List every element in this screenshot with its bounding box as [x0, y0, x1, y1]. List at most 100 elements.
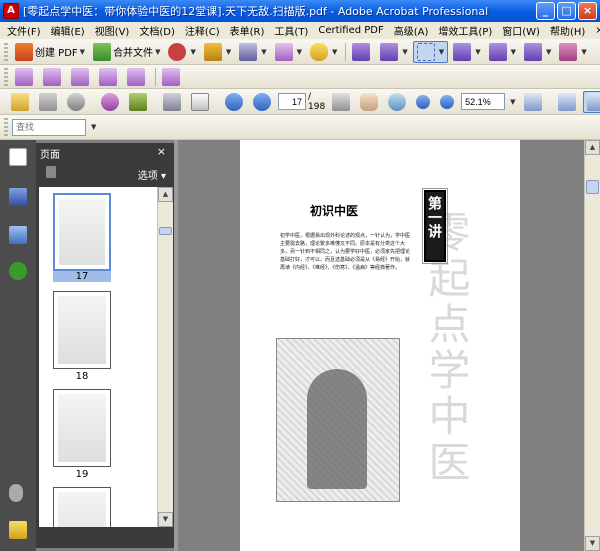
- hand-icon: [360, 92, 379, 111]
- find-dropdown-button[interactable]: ▼: [86, 116, 99, 138]
- open-button[interactable]: [8, 91, 34, 113]
- scroll-up-icon[interactable]: ▲: [158, 187, 173, 202]
- scrollbar-thumb[interactable]: [586, 180, 599, 194]
- single-page-button[interactable]: [555, 91, 581, 113]
- scroll-up-icon[interactable]: ▲: [585, 140, 600, 155]
- attach-button[interactable]: [126, 91, 152, 113]
- zoom-tool-button[interactable]: [385, 91, 411, 113]
- tool-5-button[interactable]: [124, 66, 150, 88]
- combine-files-button[interactable]: 合并文件 ▼: [90, 41, 163, 63]
- stamp-tool-button[interactable]: ▼: [521, 41, 554, 63]
- fit-width-button[interactable]: [521, 91, 547, 113]
- drawing-arrow-icon: [453, 42, 472, 61]
- signatures-icon[interactable]: [9, 226, 27, 244]
- tool-2-button[interactable]: [40, 66, 66, 88]
- arrow-left-icon: [225, 92, 243, 111]
- security-settings-button[interactable]: [64, 91, 90, 113]
- menu-file[interactable]: 文件(F): [2, 23, 46, 38]
- minus-circle-icon: [416, 94, 431, 109]
- document-close-icon[interactable]: ×: [590, 25, 600, 36]
- text-select-button[interactable]: [329, 91, 355, 113]
- markup-tool-button[interactable]: ▼: [556, 41, 589, 63]
- thumbnails-scrollbar[interactable]: ▲ ▼: [157, 187, 173, 527]
- rectangle-tool-button[interactable]: ▼: [412, 40, 449, 63]
- fit-page-icon: [586, 92, 600, 111]
- export-button[interactable]: ▼: [165, 41, 198, 63]
- options-menu[interactable]: 选项 ▾: [138, 167, 166, 182]
- zoom-out-button[interactable]: [413, 91, 435, 113]
- text-tool-button[interactable]: ▼: [486, 41, 519, 63]
- attachments-icon[interactable]: [9, 484, 23, 502]
- email-button[interactable]: [98, 91, 124, 113]
- zoom-dropdown-button[interactable]: ▼: [505, 91, 518, 113]
- maximize-button[interactable]: □: [557, 2, 576, 20]
- sign-button[interactable]: ▼: [236, 41, 269, 63]
- page-thumbnail[interactable]: [53, 389, 111, 467]
- find-input[interactable]: [12, 118, 86, 136]
- drawing-tool-button[interactable]: ▼: [450, 41, 483, 63]
- menu-tools[interactable]: 工具(T): [269, 23, 313, 38]
- menu-document[interactable]: 文档(D): [134, 23, 180, 38]
- create-pdf-button[interactable]: 创建 PDF ▼: [12, 41, 88, 63]
- trash-icon[interactable]: [46, 166, 56, 178]
- scroll-down-icon[interactable]: ▼: [585, 536, 600, 551]
- page-thumbnail[interactable]: [53, 291, 111, 369]
- menu-edit[interactable]: 编辑(E): [46, 23, 90, 38]
- toolbar-grip[interactable]: [4, 67, 8, 86]
- document-scrollbar[interactable]: ▲ ▼: [584, 140, 600, 551]
- fit-page-button[interactable]: [582, 90, 600, 113]
- tool-1-button[interactable]: [12, 66, 38, 88]
- page-thumbnail[interactable]: [53, 487, 111, 527]
- save-button[interactable]: [160, 91, 186, 113]
- print-button[interactable]: [36, 91, 62, 113]
- menu-forms[interactable]: 表单(R): [225, 23, 270, 38]
- pages-panel-title: 页面: [40, 150, 60, 161]
- secure-button[interactable]: ▼: [201, 41, 234, 63]
- bookmarks-icon[interactable]: [9, 188, 27, 206]
- menu-plugins[interactable]: 增效工具(P): [433, 23, 497, 38]
- zoom-in-button[interactable]: [437, 91, 459, 113]
- panel-close-icon[interactable]: ×: [157, 145, 166, 158]
- page-thumbnail-label: 19: [75, 469, 89, 480]
- toolbar-grip[interactable]: [4, 118, 8, 136]
- floppy-icon: [163, 92, 181, 111]
- forms-button[interactable]: ▼: [272, 41, 305, 63]
- stamp-icon: [523, 42, 542, 61]
- tool-3-button[interactable]: [68, 66, 94, 88]
- email-send-button[interactable]: [188, 91, 214, 113]
- pages-icon[interactable]: [9, 148, 27, 166]
- navigation-rail: [0, 140, 36, 551]
- comments-icon[interactable]: [9, 521, 27, 539]
- menu-view[interactable]: 视图(V): [90, 23, 135, 38]
- page-thumbnail[interactable]: [53, 193, 111, 271]
- zoom-input[interactable]: [461, 93, 506, 110]
- close-button[interactable]: ×: [578, 2, 597, 20]
- menu-bar: 文件(F) 编辑(E) 视图(V) 文档(D) 注释(C) 表单(R) 工具(T…: [0, 22, 600, 39]
- text-cursor-icon: [332, 92, 351, 111]
- next-page-button[interactable]: [250, 91, 276, 113]
- annotation-tool-button[interactable]: ▼: [377, 41, 410, 63]
- scroll-down-icon[interactable]: ▼: [158, 512, 173, 527]
- acrobat-icon[interactable]: A: [3, 3, 19, 19]
- menu-window[interactable]: 窗口(W): [497, 23, 545, 38]
- minimize-button[interactable]: _: [536, 2, 555, 20]
- toolbar-grip[interactable]: [4, 42, 8, 61]
- menu-certified-pdf[interactable]: Certified PDF: [313, 25, 388, 36]
- previous-page-button[interactable]: [222, 91, 248, 113]
- menu-comments[interactable]: 注释(C): [180, 23, 225, 38]
- tool-6-button[interactable]: [159, 66, 185, 88]
- menu-help[interactable]: 帮助(H): [545, 23, 590, 38]
- comment-bubble-icon: [310, 42, 329, 61]
- scrollbar-thumb[interactable]: [159, 227, 172, 235]
- combine-files-icon: [93, 42, 112, 61]
- tool-4-button[interactable]: [96, 66, 122, 88]
- page-number-input[interactable]: [278, 93, 306, 110]
- form-icon: [274, 42, 293, 61]
- folder-icon: [11, 92, 29, 111]
- select-tool-button[interactable]: [349, 41, 375, 63]
- review-button[interactable]: ▼: [307, 41, 340, 63]
- help-icon[interactable]: [9, 262, 27, 280]
- menu-advanced[interactable]: 高级(A): [389, 23, 434, 38]
- hand-tool-button[interactable]: [357, 91, 383, 113]
- panel-splitter[interactable]: [174, 140, 178, 551]
